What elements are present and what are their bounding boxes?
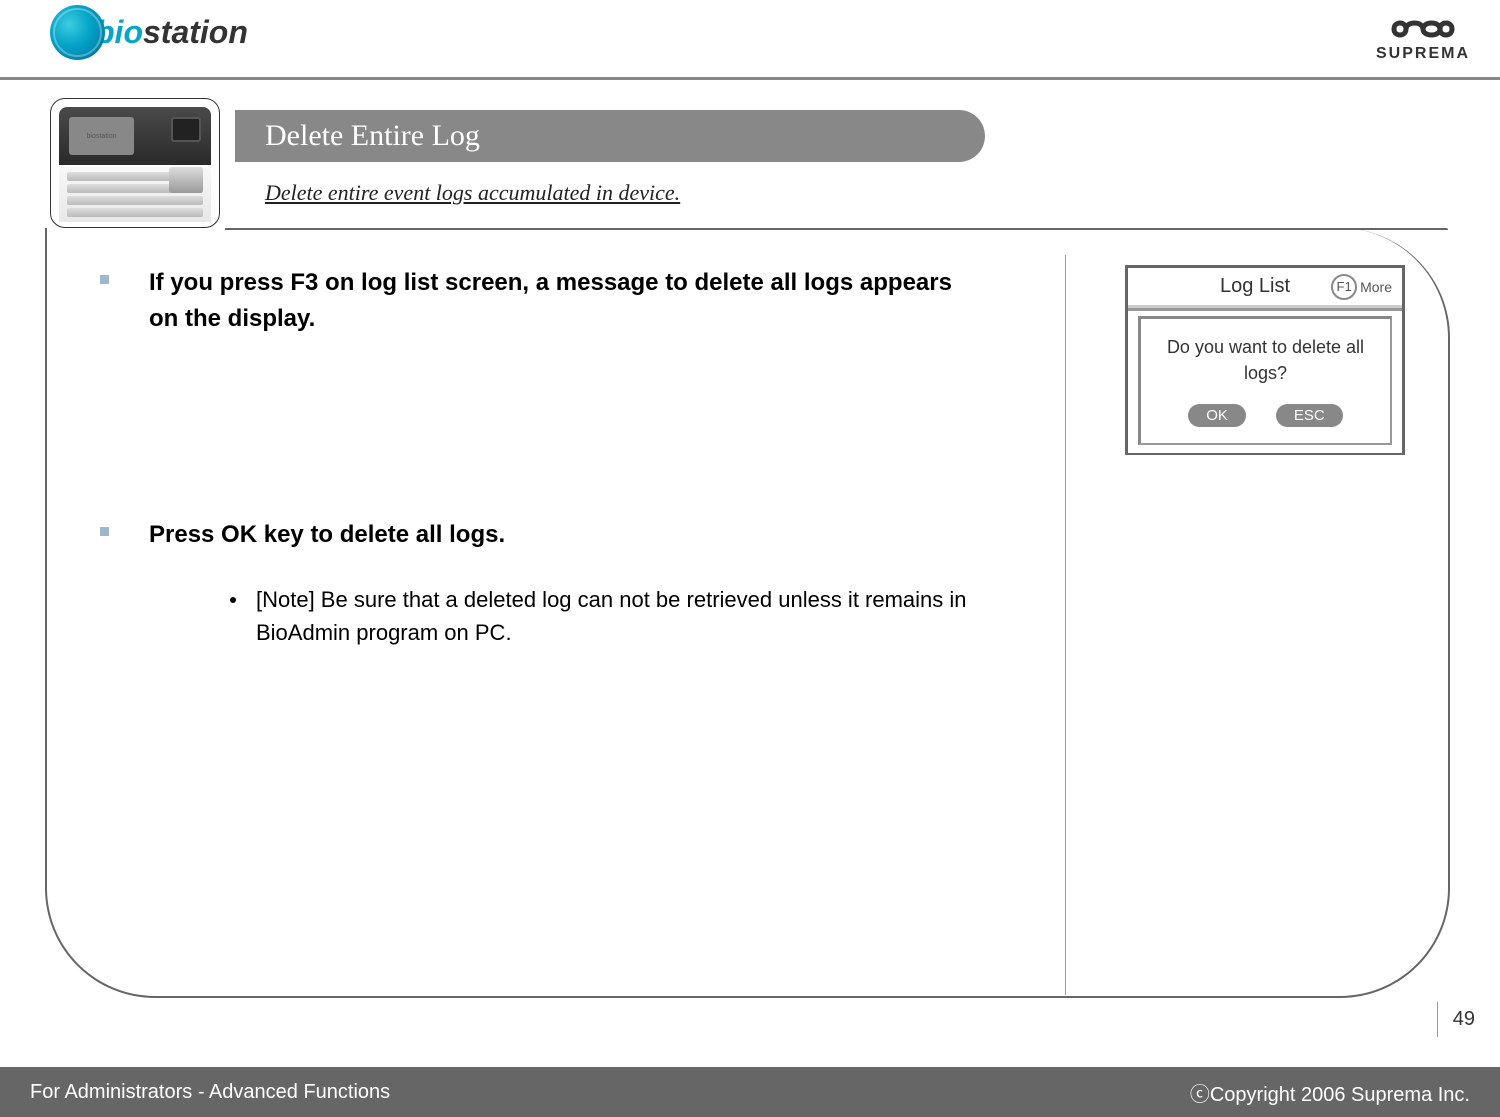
device-illustration: biostation: [50, 98, 220, 228]
body-content: If you press F3 on log list screen, a me…: [100, 265, 980, 649]
title-bar: Delete Entire Log: [235, 110, 985, 162]
sub-bullet-text: [Note] Be sure that a deleted log can no…: [256, 583, 980, 649]
suprema-logo: SUPREMA: [1376, 15, 1470, 63]
page-header: biostation SUPREMA: [0, 0, 1500, 80]
dialog-box: Do you want to delete all logs? OK ESC: [1138, 316, 1392, 445]
more-label: More: [1360, 279, 1392, 295]
mockup-title: Log List: [1220, 275, 1290, 298]
dialog-text: Do you want to delete all logs?: [1151, 335, 1380, 385]
screen-mockup: Log List F1 More Do you want to delete a…: [1125, 265, 1405, 455]
bullet-item: Press OK key to delete all logs.: [100, 517, 980, 553]
fingerprint-scanner-icon: [169, 167, 203, 193]
suprema-text: SUPREMA: [1376, 45, 1470, 63]
footer: For Administrators - Advanced Functions …: [0, 1067, 1500, 1117]
bullet-text: Press OK key to delete all logs.: [149, 517, 505, 553]
ok-button[interactable]: OK: [1188, 404, 1246, 427]
subtitle: Delete entire event logs accumulated in …: [265, 180, 680, 206]
esc-button[interactable]: ESC: [1276, 404, 1343, 427]
fingerprint-swirl-icon: [50, 5, 105, 60]
f1-key-icon: F1: [1331, 274, 1357, 300]
bullet-item: If you press F3 on log list screen, a me…: [100, 265, 980, 337]
bullet-text: If you press F3 on log list screen, a me…: [149, 265, 980, 337]
mockup-header: Log List F1 More: [1128, 268, 1402, 308]
dot-bullet-icon: [230, 597, 236, 603]
f1-more-indicator: F1 More: [1331, 274, 1392, 300]
page-title: Delete Entire Log: [265, 119, 480, 153]
content-area: biostation Delete Entire Log Delete enti…: [0, 80, 1500, 120]
device-sensor-icon: [171, 117, 201, 142]
square-bullet-icon: [100, 275, 109, 284]
footer-left: For Administrators - Advanced Functions: [30, 1081, 390, 1104]
square-bullet-icon: [100, 527, 109, 536]
mockup-body: Do you want to delete all logs? OK ESC: [1128, 308, 1402, 453]
page-number: 49: [1437, 1002, 1475, 1037]
infinity-icon: [1388, 15, 1458, 43]
vertical-divider: [1065, 255, 1066, 995]
device-screen-icon: biostation: [69, 117, 134, 155]
sub-bullet-item: [Note] Be sure that a deleted log can no…: [230, 583, 980, 649]
footer-right: ⓒCopyright 2006 Suprema Inc.: [1190, 1078, 1470, 1107]
biostation-logo: biostation: [50, 5, 248, 60]
